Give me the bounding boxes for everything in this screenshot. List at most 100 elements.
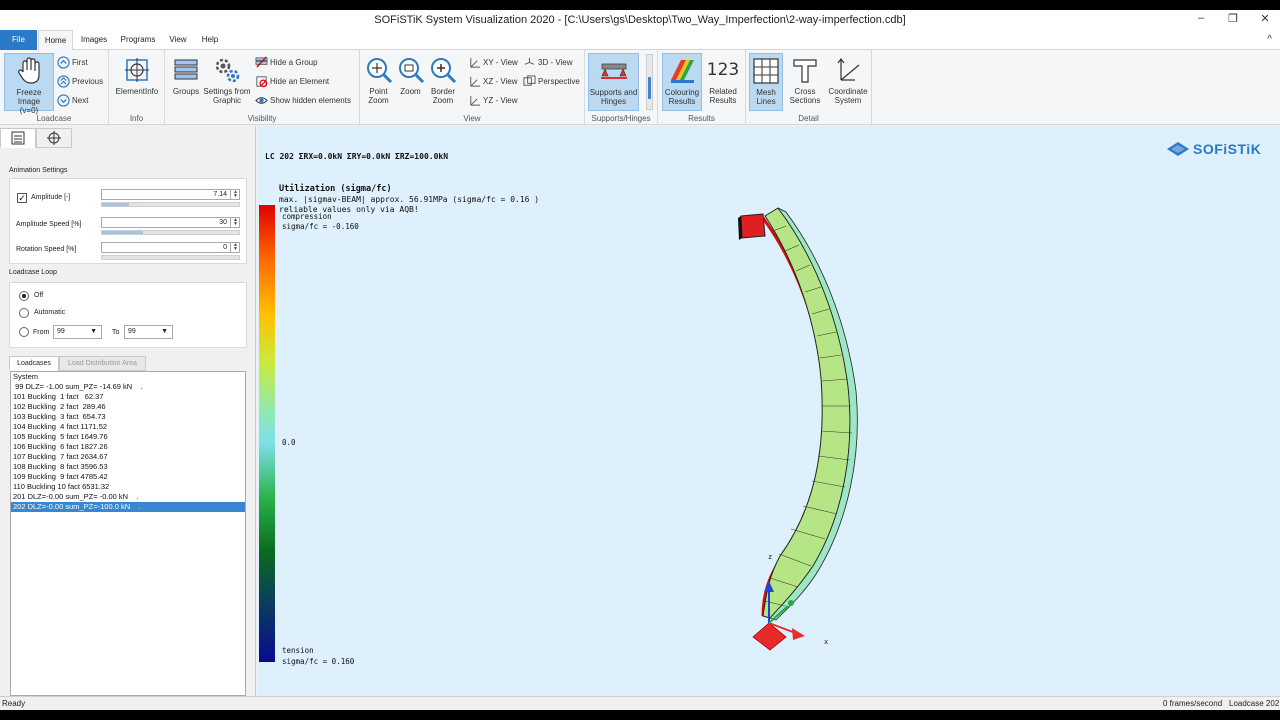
group-view: Point Zoom Zoom Border Zoom XY - View XZ…	[360, 50, 585, 125]
colouring-label-2: Results	[668, 97, 696, 106]
loadcase-list-item[interactable]: 105 Buckling 5 fact 1649.76	[11, 432, 245, 442]
amplitude-speed-slider-fill	[102, 231, 144, 234]
point-zoom-button[interactable]: Point Zoom	[363, 53, 394, 111]
previous-button[interactable]: Previous	[57, 74, 103, 90]
to-select[interactable]: 99 ▼	[124, 325, 173, 339]
loadcase-list-item[interactable]: 101 Buckling 1 fact 62.37	[11, 392, 245, 402]
panel-tab-crosshair[interactable]	[36, 128, 72, 148]
cross-sections-button[interactable]: Cross Sections	[786, 53, 824, 111]
loadcase-list-item[interactable]: 107 Buckling 7 fact 2634.67	[11, 452, 245, 462]
mesh-label-2: Lines	[756, 97, 776, 106]
colour-scale-icon	[671, 60, 694, 83]
yz-view-button[interactable]: YZ - View	[468, 93, 518, 109]
loadcase-loop-title: Loadcase Loop	[9, 269, 57, 276]
loop-off-radio[interactable]	[19, 291, 29, 301]
rotation-speed-slider[interactable]	[101, 255, 240, 260]
supports-hinges-button[interactable]: Supports and Hinges	[588, 53, 639, 111]
tab-load-distribution[interactable]: Load Distribution Area	[59, 356, 146, 371]
groups-button[interactable]: Groups	[169, 53, 203, 111]
loadcase-list-item[interactable]: 99 DLZ= -1.00 sum_PZ= -14.69 kN .	[11, 382, 245, 392]
loadcase-list-item[interactable]: 202 DLZ=-0.00 sum_PZ=-100.0 kN .	[11, 502, 245, 512]
amplitude-speed-slider[interactable]	[101, 230, 240, 235]
chevron-down-icon: ▼	[90, 328, 97, 335]
amplitude-input[interactable]: 7.14	[101, 189, 240, 200]
gears-icon	[215, 58, 240, 83]
loop-off-label: Off	[34, 292, 44, 299]
colouring-results-button[interactable]: Colouring Results	[662, 53, 702, 111]
loadcase-list[interactable]: System 99 DLZ= -1.00 sum_PZ= -14.69 kN .…	[10, 371, 246, 696]
point-zoom-label-1: Point	[369, 87, 388, 96]
loadcase-list-item[interactable]: 109 Buckling 9 fact 4785.42	[11, 472, 245, 482]
hide-element-button[interactable]: Hide an Element	[255, 74, 329, 90]
loadcase-list-item[interactable]: 108 Buckling 8 fact 3596.53	[11, 462, 245, 472]
first-button[interactable]: First	[57, 55, 88, 71]
loop-from-radio[interactable]	[19, 327, 29, 337]
tab-loadcases[interactable]: Loadcases	[9, 356, 59, 371]
graphics-viewport[interactable]: LC 202 ΣRX=0.0kN ΣRY=0.0kN ΣRZ=100.0kN U…	[258, 126, 1280, 696]
perspective-icon	[523, 75, 536, 87]
list-settings-icon	[11, 131, 25, 145]
show-hidden-button[interactable]: Show hidden elements	[255, 93, 351, 109]
close-button[interactable]: ✕	[1250, 12, 1280, 28]
elementinfo-button[interactable]: ElementInfo	[113, 53, 161, 111]
hide-group-button[interactable]: Hide a Group	[255, 55, 318, 71]
zoom-icon	[398, 58, 424, 84]
menu-view[interactable]: View	[164, 30, 192, 50]
cross-label-2: Sections	[789, 96, 821, 105]
axis-x-label: x	[824, 638, 829, 646]
xz-view-button[interactable]: XZ - View	[468, 74, 518, 90]
loadcase-list-item[interactable]: 102 Buckling 2 fact 289.46	[11, 402, 245, 412]
menu-home[interactable]: Home	[38, 30, 73, 51]
loadcase-list-item[interactable]: 110 Buckling 10 fact 6531.32	[11, 482, 245, 492]
point-zoom-label-2: Zoom	[368, 96, 389, 105]
loadcase-list-item[interactable]: System	[11, 372, 245, 382]
supports-icon	[600, 63, 627, 79]
loadcase-list-item[interactable]: 104 Buckling 4 fact 1171.52	[11, 422, 245, 432]
next-button[interactable]: Next	[57, 93, 88, 109]
crosshair-icon	[125, 58, 149, 82]
mesh-lines-button[interactable]: Mesh Lines	[749, 53, 783, 111]
coordinate-system-button[interactable]: Coordinate System	[826, 53, 870, 111]
from-select[interactable]: 99 ▼	[53, 325, 102, 339]
loop-automatic-radio[interactable]	[19, 308, 29, 318]
hide-element-label: Hide an Element	[270, 77, 330, 86]
border-zoom-button[interactable]: Border Zoom	[427, 53, 459, 111]
amplitude-label: Amplitude [-]	[31, 194, 71, 201]
menu-file[interactable]: File	[0, 30, 37, 50]
amplitude-speed-input[interactable]: 30	[101, 217, 240, 228]
menu-help[interactable]: Help	[196, 30, 224, 50]
related-results-button[interactable]: 123 Related Results	[704, 53, 742, 111]
menu-programs[interactable]: Programs	[116, 30, 160, 50]
loop-automatic-label: Automatic	[34, 309, 66, 316]
loadcase-list-item[interactable]: 201 DLZ=-0.00 sum_PZ= -0.00 kN .	[11, 492, 245, 502]
loadcase-list-item[interactable]: 103 Buckling 3 fact 654.73	[11, 412, 245, 422]
collapse-ribbon-icon[interactable]: ^	[1267, 34, 1272, 45]
3d-view-button[interactable]: 3D - View	[523, 55, 573, 71]
rotation-speed-input[interactable]: 0	[101, 242, 240, 253]
zoom-button[interactable]: Zoom	[395, 53, 426, 111]
minimize-button[interactable]: –	[1186, 12, 1216, 28]
amplitude-spinner[interactable]: ▲ ▼	[230, 190, 240, 199]
3d-axes-icon	[524, 58, 535, 66]
xy-view-button[interactable]: XY - View	[468, 55, 518, 71]
menu-images[interactable]: Images	[76, 30, 112, 50]
perspective-button[interactable]: Perspective	[523, 74, 580, 90]
freeze-image-button[interactable]: Freeze Image (v=0)	[4, 53, 54, 115]
loadcase-list-item[interactable]: 106 Buckling 6 fact 1827.26	[11, 442, 245, 452]
amplitude-speed-spinner[interactable]: ▲ ▼	[230, 218, 240, 227]
settings-from-graphic-button[interactable]: Settings from Graphic	[202, 53, 252, 111]
settings-label-2: Graphic	[212, 96, 241, 105]
hide-group-icon	[255, 56, 268, 69]
panel-tab-settings[interactable]	[0, 128, 36, 148]
previous-arrow-icon	[57, 75, 70, 89]
amplitude-slider-fill	[102, 203, 130, 206]
supports-scrollbar[interactable]	[646, 54, 653, 110]
rotation-speed-spinner[interactable]: ▲ ▼	[230, 243, 240, 252]
group-loadcase-label: Loadcase	[36, 114, 72, 123]
amplitude-checkbox[interactable]: ✓	[17, 193, 27, 203]
amplitude-slider[interactable]	[101, 202, 240, 207]
xy-axes-icon	[470, 58, 481, 68]
maximize-button[interactable]: ❐	[1218, 12, 1248, 28]
previous-label: Previous	[72, 77, 104, 86]
hand-icon	[18, 57, 40, 84]
